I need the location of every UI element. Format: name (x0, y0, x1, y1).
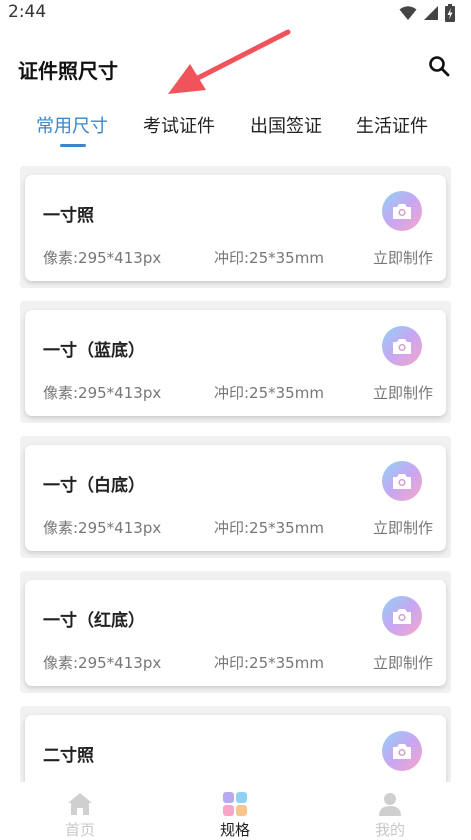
battery-icon (445, 4, 455, 22)
search-icon[interactable] (427, 54, 451, 78)
status-time: 2:44 (8, 2, 47, 22)
tab-life-ids[interactable]: 生活证件 (356, 112, 428, 138)
photo-size-card[interactable]: 二寸照 (25, 715, 446, 782)
photo-size-card[interactable]: 一寸照 像素:295*413px 冲印:25*35mm 立即制作 (25, 175, 446, 281)
camera-icon[interactable] (382, 326, 422, 366)
signal-icon (424, 6, 438, 20)
photo-size-name: 一寸照 (43, 206, 94, 226)
status-bar: 2:44 (0, 0, 471, 26)
photo-size-card[interactable]: 一寸（白底） 像素:295*413px 冲印:25*35mm 立即制作 (25, 445, 446, 551)
category-tabs: 常用尺寸 考试证件 出国签证 生活证件 (0, 108, 471, 148)
make-now-link[interactable]: 立即制作 (373, 652, 433, 673)
camera-icon[interactable] (382, 461, 422, 501)
home-icon (68, 793, 92, 815)
photo-size-card[interactable]: 一寸（蓝底） 像素:295*413px 冲印:25*35mm 立即制作 (25, 310, 446, 416)
grid-icon (223, 792, 247, 816)
make-now-link[interactable]: 立即制作 (373, 382, 433, 403)
camera-icon[interactable] (382, 191, 422, 231)
print-size: 冲印:25*35mm (214, 249, 324, 267)
nav-mine[interactable]: 我的 (345, 782, 435, 840)
photo-size-list: 一寸照 像素:295*413px 冲印:25*35mm 立即制作 一寸（蓝底） … (20, 166, 451, 782)
annotation-arrow-icon (168, 29, 291, 94)
pixel-size: 像素:295*413px (43, 654, 162, 672)
status-icons (399, 4, 455, 22)
photo-size-name: 一寸（蓝底） (43, 341, 145, 361)
camera-icon[interactable] (382, 731, 422, 771)
tab-common-sizes[interactable]: 常用尺寸 (36, 112, 108, 138)
print-size: 冲印:25*35mm (214, 654, 324, 672)
list-item: 一寸照 像素:295*413px 冲印:25*35mm 立即制作 (20, 166, 451, 288)
photo-size-name: 一寸（白底） (43, 476, 145, 496)
photo-size-name: 一寸（红底） (43, 611, 145, 631)
nav-home[interactable]: 首页 (35, 782, 125, 840)
page-title: 证件照尺寸 (18, 59, 118, 83)
camera-icon[interactable] (382, 596, 422, 636)
user-icon (379, 793, 401, 816)
photo-size-name: 二寸照 (43, 746, 94, 766)
tab-exam-ids[interactable]: 考试证件 (143, 112, 215, 138)
list-item: 二寸照 (20, 706, 451, 782)
nav-mine-label: 我的 (374, 821, 405, 839)
list-item: 一寸（白底） 像素:295*413px 冲印:25*35mm 立即制作 (20, 436, 451, 558)
pixel-size: 像素:295*413px (43, 249, 162, 267)
make-now-link[interactable]: 立即制作 (373, 247, 433, 268)
wifi-icon (399, 6, 417, 20)
tab-visa[interactable]: 出国签证 (250, 112, 322, 138)
make-now-link[interactable]: 立即制作 (373, 517, 433, 538)
nav-home-label: 首页 (64, 821, 95, 839)
tab-active-indicator (60, 144, 86, 147)
photo-size-card[interactable]: 一寸（红底） 像素:295*413px 冲印:25*35mm 立即制作 (25, 580, 446, 686)
print-size: 冲印:25*35mm (214, 519, 324, 537)
bottom-nav: 首页 规格 我的 (0, 782, 471, 840)
list-item: 一寸（红底） 像素:295*413px 冲印:25*35mm 立即制作 (20, 571, 451, 693)
nav-specs[interactable]: 规格 (190, 782, 280, 840)
nav-specs-label: 规格 (219, 821, 250, 839)
list-item: 一寸（蓝底） 像素:295*413px 冲印:25*35mm 立即制作 (20, 301, 451, 423)
pixel-size: 像素:295*413px (43, 384, 162, 402)
print-size: 冲印:25*35mm (214, 384, 324, 402)
pixel-size: 像素:295*413px (43, 519, 162, 537)
